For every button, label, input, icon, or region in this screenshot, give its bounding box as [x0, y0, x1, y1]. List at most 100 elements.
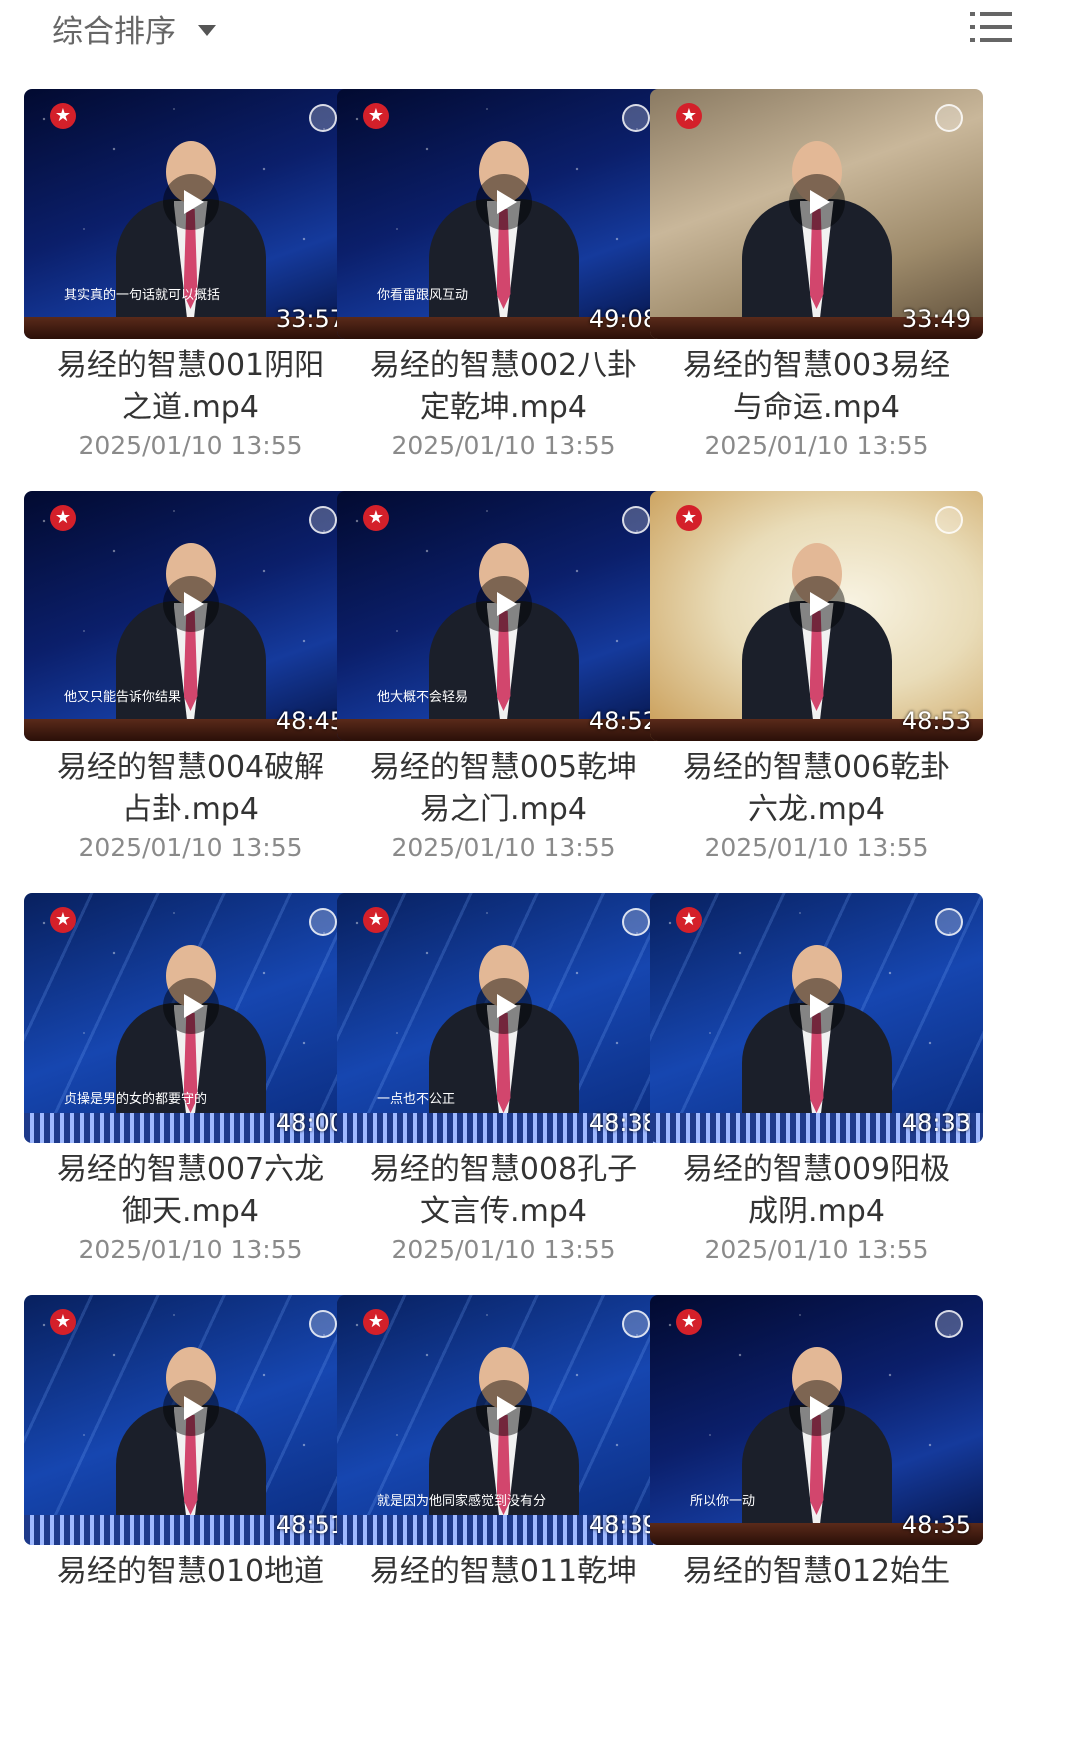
video-title-line-1: 易经的智慧005乾坤: [369, 750, 638, 785]
video-title[interactable]: 易经的智慧010地道: [24, 1551, 357, 1593]
video-title[interactable]: 易经的智慧003易经 与命运.mp4: [650, 345, 983, 429]
video-title[interactable]: 易经的智慧009阳极 成阴.mp4: [650, 1149, 983, 1233]
video-subtitle: 你看雷跟风互动: [377, 288, 469, 303]
video-subtitle: 所以你一动: [690, 1494, 756, 1509]
video-thumbnail[interactable]: ★ 其实真的一句话就可以概括 33:57: [24, 89, 357, 339]
select-checkbox[interactable]: [935, 104, 963, 132]
video-thumbnail[interactable]: ★ 你看雷跟风互动 49:08: [337, 89, 670, 339]
video-date: 2025/01/10 13:55: [391, 1235, 616, 1264]
channel-logo-icon: ★: [50, 1309, 76, 1335]
video-thumbnail[interactable]: ★ 就是因为他同家感觉到没有分 48:39: [337, 1295, 670, 1545]
video-thumbnail[interactable]: ★ 他又只能告诉你结果 48:45: [24, 491, 357, 741]
video-title-line-1: 易经的智慧009阳极: [682, 1152, 951, 1187]
video-card[interactable]: ★ 48:53 易经的智慧006乾卦 六龙.mp4 2025/01/10 13:…: [650, 491, 983, 886]
video-title-line-1: 易经的智慧012始生: [682, 1554, 951, 1589]
video-subtitle: 他大概不会轻易: [377, 690, 469, 705]
video-card[interactable]: ★ 其实真的一句话就可以概括 33:57 易经的智慧001阴阳 之道.mp4 2…: [24, 89, 357, 484]
video-duration: 49:08: [588, 305, 658, 333]
video-duration: 48:51: [275, 1511, 345, 1539]
select-checkbox[interactable]: [935, 1310, 963, 1338]
play-icon[interactable]: [162, 575, 219, 632]
video-title-line-1: 易经的智慧002八卦: [369, 348, 638, 383]
play-icon[interactable]: [475, 1379, 532, 1436]
video-subtitle: 贞操是男的女的都要守的: [64, 1092, 208, 1107]
video-duration: 48:00: [275, 1109, 345, 1137]
play-icon[interactable]: [788, 977, 845, 1034]
video-title-line-2: 之道.mp4: [122, 390, 259, 425]
video-title[interactable]: 易经的智慧011乾坤: [337, 1551, 670, 1593]
select-checkbox[interactable]: [309, 908, 337, 936]
video-title-line-2: 定乾坤.mp4: [420, 390, 587, 425]
video-date: 2025/01/10 13:55: [704, 431, 929, 460]
video-thumbnail[interactable]: ★ 一点也不公正 48:38: [337, 893, 670, 1143]
video-duration: 48:53: [901, 707, 971, 735]
video-card[interactable]: ★ 48:51 易经的智慧010地道: [24, 1295, 357, 1690]
video-title[interactable]: 易经的智慧008孔子 文言传.mp4: [337, 1149, 670, 1233]
play-icon[interactable]: [475, 575, 532, 632]
play-icon[interactable]: [788, 575, 845, 632]
video-card[interactable]: ★ 所以你一动 48:35 易经的智慧012始生: [650, 1295, 983, 1690]
video-title[interactable]: 易经的智慧004破解 占卦.mp4: [24, 747, 357, 831]
video-card[interactable]: ★ 48:33 易经的智慧009阳极 成阴.mp4 2025/01/10 13:…: [650, 893, 983, 1288]
video-card[interactable]: ★ 他又只能告诉你结果 48:45 易经的智慧004破解 占卦.mp4 2025…: [24, 491, 357, 886]
video-duration: 48:33: [901, 1109, 971, 1137]
video-card[interactable]: ★ 你看雷跟风互动 49:08 易经的智慧002八卦 定乾坤.mp4 2025/…: [337, 89, 670, 484]
video-duration: 48:35: [901, 1511, 971, 1539]
channel-logo-icon: ★: [676, 505, 702, 531]
channel-logo-icon: ★: [363, 1309, 389, 1335]
video-card[interactable]: ★ 33:49 易经的智慧003易经 与命运.mp4 2025/01/10 13…: [650, 89, 983, 484]
video-card[interactable]: ★ 就是因为他同家感觉到没有分 48:39 易经的智慧011乾坤: [337, 1295, 670, 1690]
video-thumbnail[interactable]: ★ 48:53: [650, 491, 983, 741]
channel-logo-icon: ★: [676, 907, 702, 933]
channel-logo-icon: ★: [676, 1309, 702, 1335]
play-icon[interactable]: [162, 173, 219, 230]
play-icon[interactable]: [788, 1379, 845, 1436]
video-title[interactable]: 易经的智慧002八卦 定乾坤.mp4: [337, 345, 670, 429]
video-duration: 48:45: [275, 707, 345, 735]
select-checkbox[interactable]: [309, 506, 337, 534]
play-icon[interactable]: [162, 977, 219, 1034]
video-thumbnail[interactable]: ★ 33:49: [650, 89, 983, 339]
video-subtitle: 一点也不公正: [377, 1092, 456, 1107]
video-title[interactable]: 易经的智慧006乾卦 六龙.mp4: [650, 747, 983, 831]
video-card[interactable]: ★ 他大概不会轻易 48:52 易经的智慧005乾坤 易之门.mp4 2025/…: [337, 491, 670, 886]
play-icon[interactable]: [162, 1379, 219, 1436]
video-duration: 48:52: [588, 707, 658, 735]
video-duration: 48:38: [588, 1109, 658, 1137]
video-subtitle: 他又只能告诉你结果: [64, 690, 182, 705]
video-title[interactable]: 易经的智慧012始生: [650, 1551, 983, 1593]
presenter-figure: [722, 543, 912, 723]
select-checkbox[interactable]: [622, 908, 650, 936]
top-bar: 综合排序: [0, 0, 1080, 64]
channel-logo-icon: ★: [363, 505, 389, 531]
video-title-line-1: 易经的智慧006乾卦: [682, 750, 951, 785]
select-checkbox[interactable]: [622, 506, 650, 534]
video-title[interactable]: 易经的智慧007六龙 御天.mp4: [24, 1149, 357, 1233]
play-icon[interactable]: [475, 977, 532, 1034]
play-icon[interactable]: [475, 173, 532, 230]
video-card[interactable]: ★ 一点也不公正 48:38 易经的智慧008孔子 文言传.mp4 2025/0…: [337, 893, 670, 1288]
video-title-line-2: 与命运.mp4: [733, 390, 900, 425]
select-checkbox[interactable]: [935, 506, 963, 534]
select-checkbox[interactable]: [935, 908, 963, 936]
video-date: 2025/01/10 13:55: [704, 833, 929, 862]
video-title-line-1: 易经的智慧001阴阳: [56, 348, 325, 383]
sort-dropdown[interactable]: 综合排序: [52, 6, 216, 50]
video-title-line-2: 成阴.mp4: [748, 1194, 885, 1229]
video-title[interactable]: 易经的智慧005乾坤 易之门.mp4: [337, 747, 670, 831]
list-view-icon[interactable]: [970, 10, 1012, 44]
video-title-line-2: 易之门.mp4: [420, 792, 587, 827]
select-checkbox[interactable]: [309, 104, 337, 132]
video-card[interactable]: ★ 贞操是男的女的都要守的 48:00 易经的智慧007六龙 御天.mp4 20…: [24, 893, 357, 1288]
select-checkbox[interactable]: [622, 104, 650, 132]
video-thumbnail[interactable]: ★ 所以你一动 48:35: [650, 1295, 983, 1545]
select-checkbox[interactable]: [309, 1310, 337, 1338]
play-icon[interactable]: [788, 173, 845, 230]
video-title-line-1: 易经的智慧008孔子: [369, 1152, 638, 1187]
video-title[interactable]: 易经的智慧001阴阳 之道.mp4: [24, 345, 357, 429]
video-thumbnail[interactable]: ★ 他大概不会轻易 48:52: [337, 491, 670, 741]
video-thumbnail[interactable]: ★ 48:51: [24, 1295, 357, 1545]
select-checkbox[interactable]: [622, 1310, 650, 1338]
video-thumbnail[interactable]: ★ 贞操是男的女的都要守的 48:00: [24, 893, 357, 1143]
video-thumbnail[interactable]: ★ 48:33: [650, 893, 983, 1143]
